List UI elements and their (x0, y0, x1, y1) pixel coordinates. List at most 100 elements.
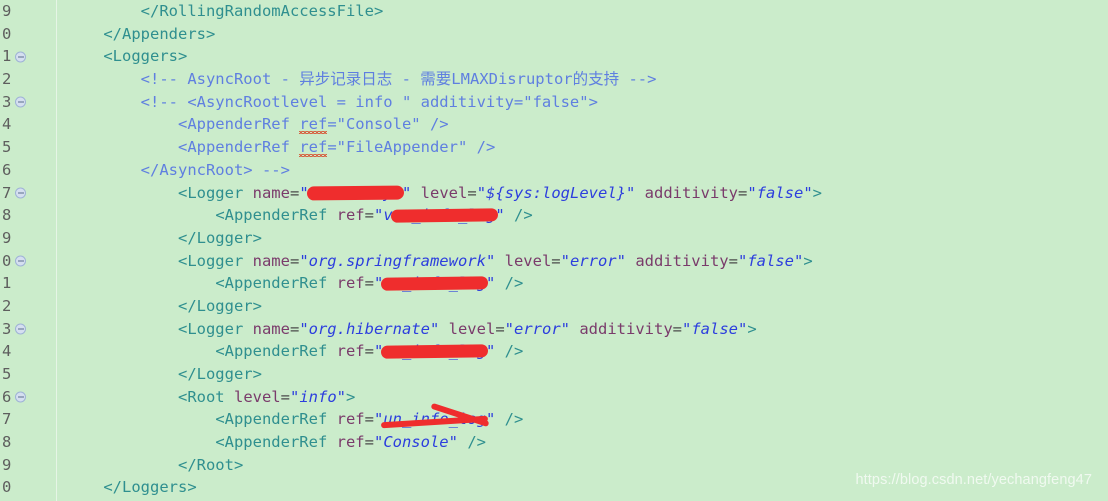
code-line[interactable]: <Logger name="org.hibernate" level="erro… (57, 318, 1108, 341)
code-line[interactable]: </Loggers> (57, 476, 1108, 499)
code-line[interactable]: <!-- AsyncRoot - 异步记录日志 - 需要LMAXDisrupto… (57, 68, 1108, 91)
line-number: 7 (0, 182, 56, 205)
token-tag: /> (495, 274, 524, 293)
code-fold-collapse-icon[interactable] (15, 96, 26, 108)
token-tag: </Root> (177, 455, 244, 474)
code-line[interactable]: <Root level="info"> (57, 386, 1108, 409)
token-val: "org.hibernate" (299, 319, 440, 338)
misspelled-token[interactable]: ref (299, 138, 327, 156)
line-number-text: 9 (2, 228, 12, 247)
line-number: 5 (0, 136, 56, 159)
code-line[interactable]: <AppenderRef ref="un_info_log " /> (57, 402, 1108, 431)
code-line[interactable]: <Logger name="com.xiaoyu " level="${sys:l… (57, 182, 1108, 205)
code-line[interactable]: <AppenderRef ref="vun_info_log " /> (57, 204, 1108, 227)
token-attr: additivity (635, 251, 729, 270)
token-tag: /> (457, 433, 486, 452)
code-line[interactable]: <AppenderRef ref="Console" /> (57, 431, 1108, 454)
token-tag: </Logger> (177, 296, 262, 315)
code-line[interactable]: </RollingRandomAccessFile> (57, 0, 1108, 23)
code-fold-collapse-icon[interactable] (15, 323, 26, 335)
code-line[interactable]: <AppenderRef ref="un_info_log " /> (57, 272, 1108, 295)
token-cmt: <AppenderRef (177, 115, 300, 134)
line-number: 0 (0, 23, 56, 46)
line-number: 9 (0, 227, 56, 250)
redacted-text: un_info_log (390, 204, 498, 227)
line-number-text: 0 (2, 24, 12, 43)
line-number-text: 2 (2, 296, 12, 315)
token-val: " (373, 410, 384, 429)
token-cmt: <AppenderRef (177, 138, 300, 157)
token-attr: level (420, 183, 468, 202)
token-val: "false" (747, 183, 813, 202)
token-val: " (401, 183, 412, 202)
token-val: " (373, 274, 384, 293)
token-tag: </Loggers> (103, 478, 197, 497)
token-val: " (485, 274, 496, 293)
token-tag: /> (495, 342, 524, 361)
line-number: 2 (0, 295, 56, 318)
code-fold-collapse-icon[interactable] (15, 255, 26, 267)
token-val: "org.springframework" (299, 251, 496, 270)
token-tag: </Logger> (177, 365, 262, 383)
token-tag: <AppenderRef (215, 433, 337, 452)
redacted-text-content: un_info_log (383, 410, 486, 429)
token-eq: = (289, 319, 300, 338)
line-number-gutter[interactable]: 90123456789012345678901 (0, 0, 57, 501)
code-line[interactable]: <AppenderRef ref="Console" /> (57, 113, 1108, 136)
code-line[interactable]: </Logger> (57, 363, 1108, 386)
code-line[interactable]: </Appenders> (57, 23, 1108, 46)
code-line[interactable]: <Logger name="org.springframework" level… (57, 250, 1108, 273)
token-cmt: <!-- AsyncRoot - 异步记录日志 - 需要LMAXDisrupto… (140, 70, 657, 89)
code-line[interactable]: <AppenderRef ref="FileAppender" /> (57, 136, 1108, 159)
code-line[interactable]: </Logger> (57, 295, 1108, 318)
code-editor[interactable]: 90123456789012345678901 </RollingRandomA… (0, 0, 1108, 501)
line-number-text: 7 (2, 183, 12, 202)
line-number: 3 (0, 91, 56, 114)
code-line[interactable]: </Root> (57, 454, 1108, 477)
token-tag: <Logger (177, 183, 253, 202)
misspelled-token[interactable]: ref (299, 115, 327, 133)
token-tag: /> (504, 206, 533, 225)
redacted-text-content: un_info_log (392, 206, 496, 225)
line-number: 1 (0, 272, 56, 295)
line-number-text: 1 (2, 47, 12, 66)
redacted-text: un_info_log (381, 272, 489, 295)
token-eq: = (289, 251, 300, 270)
line-number-text: 5 (2, 138, 12, 157)
code-fold-collapse-icon[interactable] (15, 51, 26, 63)
line-number: 7 (0, 408, 56, 431)
token-tag: <Loggers> (103, 47, 188, 66)
line-number: 4 (0, 340, 56, 363)
code-line[interactable]: <Loggers> (57, 45, 1108, 68)
code-fold-collapse-icon[interactable] (15, 187, 26, 199)
token-tag: <AppenderRef (215, 342, 337, 361)
token-cmt: </AsyncRoot> --> (140, 160, 290, 179)
line-number-text: 1 (2, 274, 12, 293)
token-cmt: ="FileAppender" /> (327, 138, 496, 157)
code-line[interactable]: <!-- <AsyncRootlevel = info " additivity… (57, 91, 1108, 114)
line-number: 0 (0, 476, 56, 499)
token-attr: name (252, 251, 290, 270)
code-line[interactable]: <AppenderRef ref="un_info_log " /> (57, 340, 1108, 363)
token-eq: = (364, 433, 374, 452)
code-content-area[interactable]: </RollingRandomAccessFile> </Appenders> … (57, 0, 1108, 501)
code-line[interactable]: </Logger> (57, 227, 1108, 250)
code-fold-collapse-icon[interactable] (15, 391, 26, 403)
token-tag: <Logger (177, 251, 253, 270)
code-line[interactable]: </AsyncRoot> --> (57, 159, 1108, 182)
